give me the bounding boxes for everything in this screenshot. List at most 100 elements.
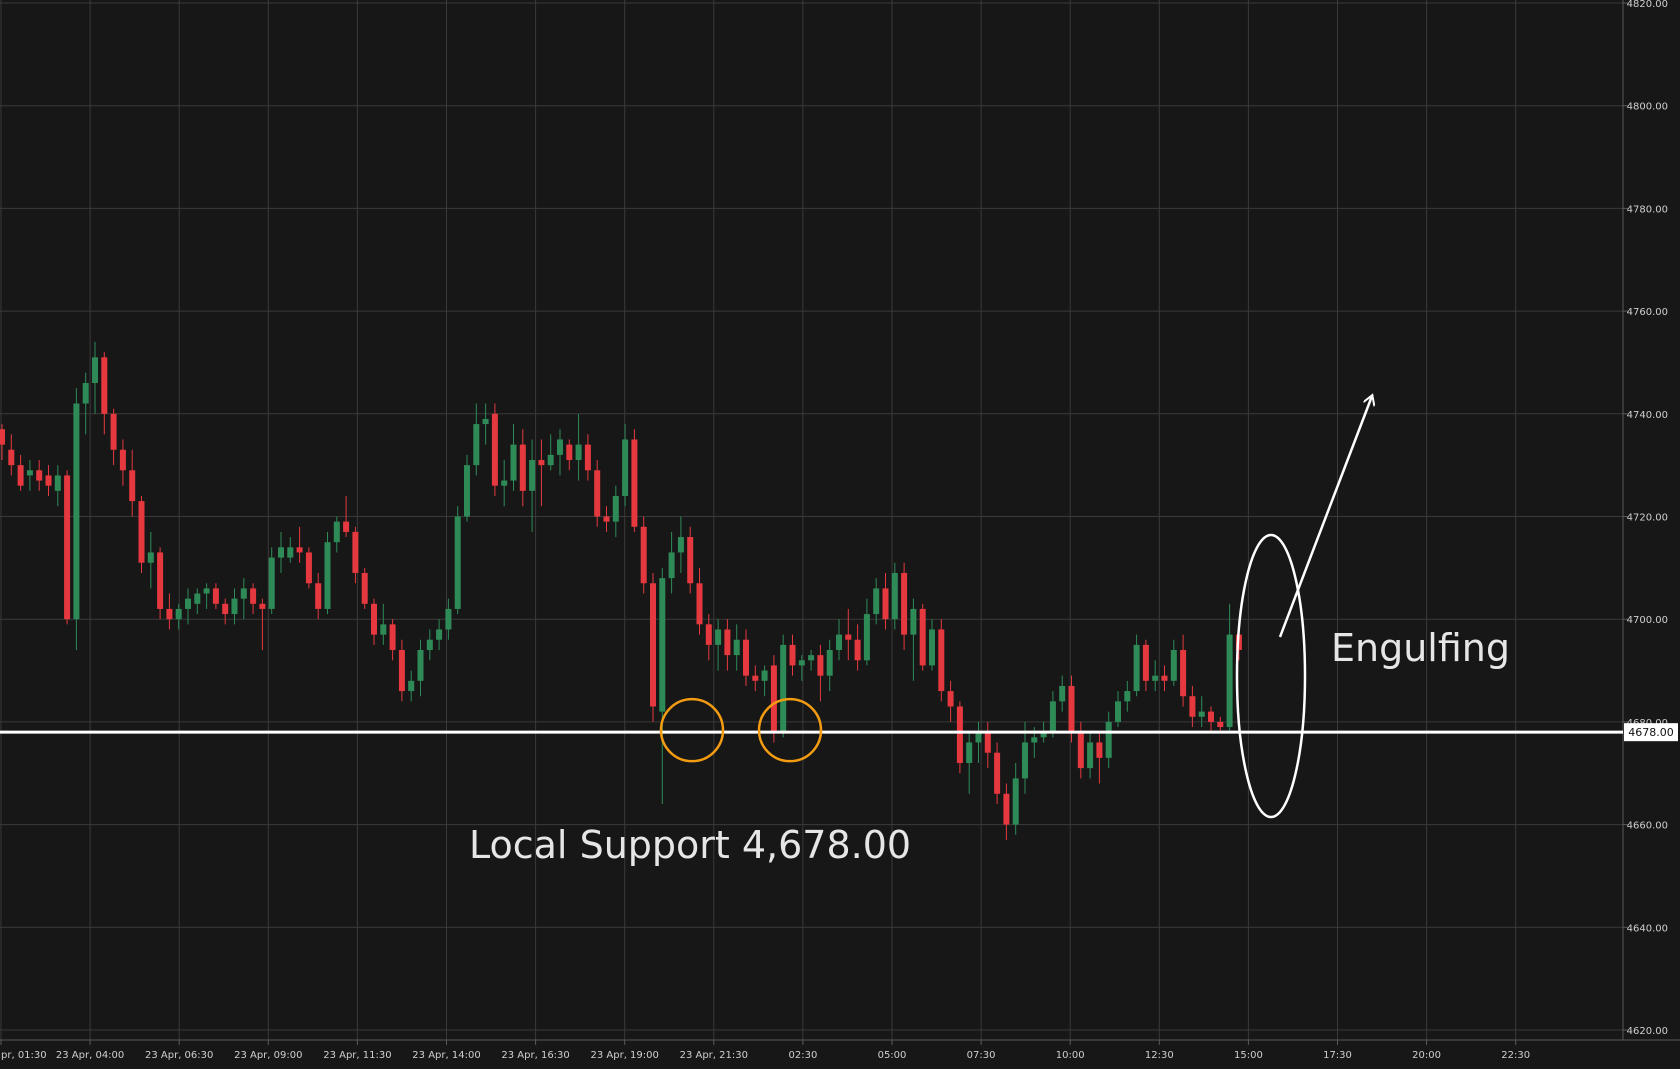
candle <box>389 619 396 661</box>
candle-body <box>119 449 126 471</box>
candle-body <box>17 465 24 486</box>
candle-body <box>324 542 331 609</box>
candle <box>780 634 787 738</box>
candle <box>733 624 740 671</box>
x-tick-label: 02:30 <box>788 1050 817 1061</box>
candle <box>817 644 824 702</box>
candle-body <box>129 470 136 502</box>
x-tick-label: 12:30 <box>1145 1050 1174 1061</box>
candle <box>380 603 387 645</box>
candle-body <box>798 660 805 666</box>
candle <box>454 506 461 615</box>
candle-body <box>882 588 889 620</box>
candle <box>315 572 322 620</box>
candle <box>687 526 694 594</box>
candle-body <box>73 403 80 620</box>
x-tick-label: 22:30 <box>1501 1050 1530 1061</box>
candle-body <box>1096 742 1103 758</box>
candle-body <box>901 572 908 635</box>
candle <box>1208 706 1214 733</box>
candle <box>603 506 610 532</box>
candle-body <box>631 439 638 527</box>
candle <box>612 485 619 538</box>
candle <box>519 429 526 507</box>
candle <box>371 598 377 645</box>
candle <box>836 619 842 661</box>
candle-body <box>863 614 870 661</box>
candle-body <box>845 634 852 640</box>
y-tick-label: 4720.00 <box>1627 513 1668 524</box>
candle-body <box>343 521 350 532</box>
candle <box>398 639 405 702</box>
candle-body <box>138 501 145 563</box>
candle <box>473 403 480 476</box>
candle <box>575 413 582 481</box>
candle-body <box>157 552 164 609</box>
candle-body <box>1003 793 1010 825</box>
candle-body <box>584 444 591 471</box>
candle <box>296 526 303 563</box>
candle <box>278 531 284 573</box>
candle-body <box>622 439 629 496</box>
candle-body <box>473 424 480 466</box>
x-tick-label: pr, 01:30 <box>1 1050 47 1061</box>
candle <box>1161 665 1168 692</box>
candle-body <box>519 444 526 491</box>
candle-body <box>287 547 294 558</box>
support-price-label: 4678.00 <box>1628 726 1674 739</box>
candle-body <box>705 624 712 645</box>
y-tick-label: 4760.00 <box>1627 307 1668 318</box>
candle-body <box>1208 711 1214 722</box>
candle-body <box>789 644 796 666</box>
candle-body <box>566 444 573 461</box>
candle <box>157 547 164 620</box>
candle <box>8 434 15 476</box>
candle <box>566 439 573 471</box>
candle-body <box>445 608 452 630</box>
candle <box>724 619 731 671</box>
candle-body <box>938 629 945 692</box>
candle-body <box>724 629 731 656</box>
candle-body <box>1198 711 1205 717</box>
x-tick-label: 23 Apr, 19:00 <box>591 1050 659 1061</box>
engulfing-ellipse <box>1235 533 1307 819</box>
chart-canvas[interactable]: 4620.004640.004660.004680.004700.004720.… <box>0 0 1680 1069</box>
candle-body <box>1170 650 1177 681</box>
candle-body <box>82 382 89 404</box>
candle <box>138 495 145 573</box>
candle-body <box>1087 742 1094 769</box>
candle <box>798 655 805 681</box>
candle-body <box>1031 737 1038 743</box>
candle <box>1180 634 1187 707</box>
candle-body <box>956 706 963 763</box>
candle-body <box>650 583 656 707</box>
candle-body <box>501 480 508 486</box>
candle <box>1189 685 1196 728</box>
candle <box>845 608 852 661</box>
candle <box>436 619 443 651</box>
candle <box>919 603 926 671</box>
candle-body <box>752 675 759 681</box>
candle <box>1003 783 1010 841</box>
candle-body <box>696 583 703 625</box>
candle <box>203 583 210 609</box>
candle-body <box>185 598 191 609</box>
candle-body <box>194 593 201 604</box>
candle-body <box>296 547 303 553</box>
y-tick-label: 4740.00 <box>1627 410 1668 421</box>
candle <box>1226 603 1233 733</box>
candle <box>36 460 43 491</box>
candle <box>873 578 880 625</box>
candle-body <box>491 413 498 486</box>
candle <box>956 701 963 774</box>
candle-body <box>575 444 582 461</box>
engulfing-annotation: Engulfing <box>1331 626 1510 670</box>
y-tick-label: 4620.00 <box>1627 1026 1668 1037</box>
candle <box>863 598 870 666</box>
candle-body <box>1133 644 1140 692</box>
candle-body <box>761 670 768 681</box>
chart: 4620.004640.004660.004680.004700.004720.… <box>0 0 1680 1069</box>
candle-body <box>371 603 377 635</box>
candle <box>194 588 201 615</box>
candle-body <box>361 572 368 604</box>
